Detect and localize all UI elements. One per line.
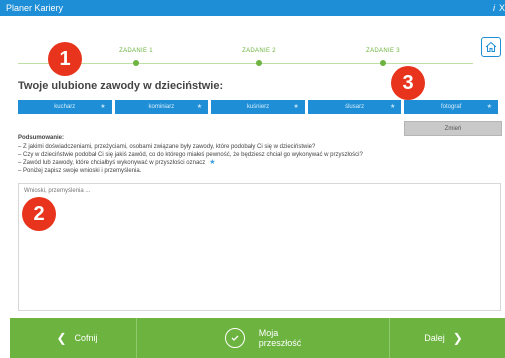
back-button[interactable]: ❮ Cofnij	[10, 318, 137, 358]
step-3-label[interactable]: ZADANIE 3	[366, 48, 400, 54]
summary-line: – Zawód lub zawody, które chciałbyś wyko…	[18, 160, 206, 166]
footer-nav: ❮ Cofnij Moja przeszłość Dalej ❯	[10, 318, 505, 358]
step-1-dot	[133, 60, 139, 66]
section-label-line1: Moja	[258, 328, 279, 338]
profession-label: ślusarz	[345, 104, 365, 110]
summary-section: Podsumowanie: – Z jakimi doświadczeniami…	[18, 134, 363, 175]
summary-line: – Czy w dzieciństwie podobał Ci się jaki…	[18, 152, 363, 158]
profession-item[interactable]: fotograf ★	[404, 100, 498, 114]
back-label: Cofnij	[74, 333, 98, 343]
profession-label: kominiarz	[148, 104, 175, 110]
profession-item[interactable]: ślusarz ★	[307, 100, 402, 114]
progress-track	[18, 63, 473, 64]
profession-label: kuśnierz	[246, 104, 270, 110]
profession-label: fotograf	[440, 104, 462, 110]
profession-list: kucharz ★ kominiarz ★ kuśnierz ★ ślusarz ★ f…	[18, 100, 498, 114]
step-3-dot	[380, 60, 386, 66]
check-circle-icon	[224, 328, 245, 348]
profession-item[interactable]: kominiarz ★	[114, 100, 209, 114]
star-icon[interactable]: ★	[487, 100, 492, 114]
star-icon[interactable]: ★	[293, 100, 298, 114]
home-button[interactable]	[481, 37, 501, 57]
home-icon	[485, 41, 497, 52]
step-badge-1: 1	[48, 42, 82, 76]
title-bar: Planer Kariery i X	[0, 0, 505, 16]
profession-item[interactable]: kuśnierz ★	[211, 100, 305, 114]
page-heading: Twoje ulubione zawody w dzieciństwie:	[18, 80, 224, 92]
star-icon[interactable]: ★	[100, 100, 105, 114]
task-progress: ZADANIE 1 ZADANIE 2 ZADANIE 3	[18, 38, 473, 66]
summary-line: – Z jakimi doświadczeniami, przeżyciami,…	[18, 144, 316, 150]
section-button[interactable]: Moja przeszłość	[137, 318, 390, 358]
step-1-label[interactable]: ZADANIE 1	[119, 48, 153, 54]
star-icon[interactable]: ★	[197, 100, 202, 114]
chevron-right-icon: ❯	[452, 331, 463, 345]
step-2-label[interactable]: ZADANIE 2	[242, 48, 276, 54]
close-button[interactable]: X	[499, 0, 505, 16]
notes-textarea[interactable]	[18, 183, 501, 311]
star-icon[interactable]: ★	[390, 100, 395, 114]
change-button[interactable]: Zmień	[404, 121, 502, 136]
chevron-left-icon: ❮	[56, 331, 67, 345]
summary-line-mark: – Zawód lub zawody, które chciałbyś wyko…	[18, 159, 363, 167]
next-label: Dalej	[424, 333, 445, 343]
star-icon: ★	[209, 159, 216, 166]
profession-label: kucharz	[54, 104, 76, 110]
help-button[interactable]: i	[493, 0, 495, 16]
section-label-line2: przeszłość	[258, 338, 302, 348]
step-badge-2: 2	[22, 197, 56, 231]
section-label: Moja przeszłość	[259, 328, 302, 348]
next-button[interactable]: Dalej ❯	[390, 318, 505, 358]
app-title: Planer Kariery	[6, 3, 64, 13]
summary-title: Podsumowanie:	[18, 135, 65, 141]
step-badge-3: 3	[391, 66, 425, 100]
step-2-dot	[256, 60, 262, 66]
summary-line: – Poniżej zapisz swoje wnioski i przemyś…	[18, 168, 142, 174]
profession-item[interactable]: kucharz ★	[18, 100, 112, 114]
